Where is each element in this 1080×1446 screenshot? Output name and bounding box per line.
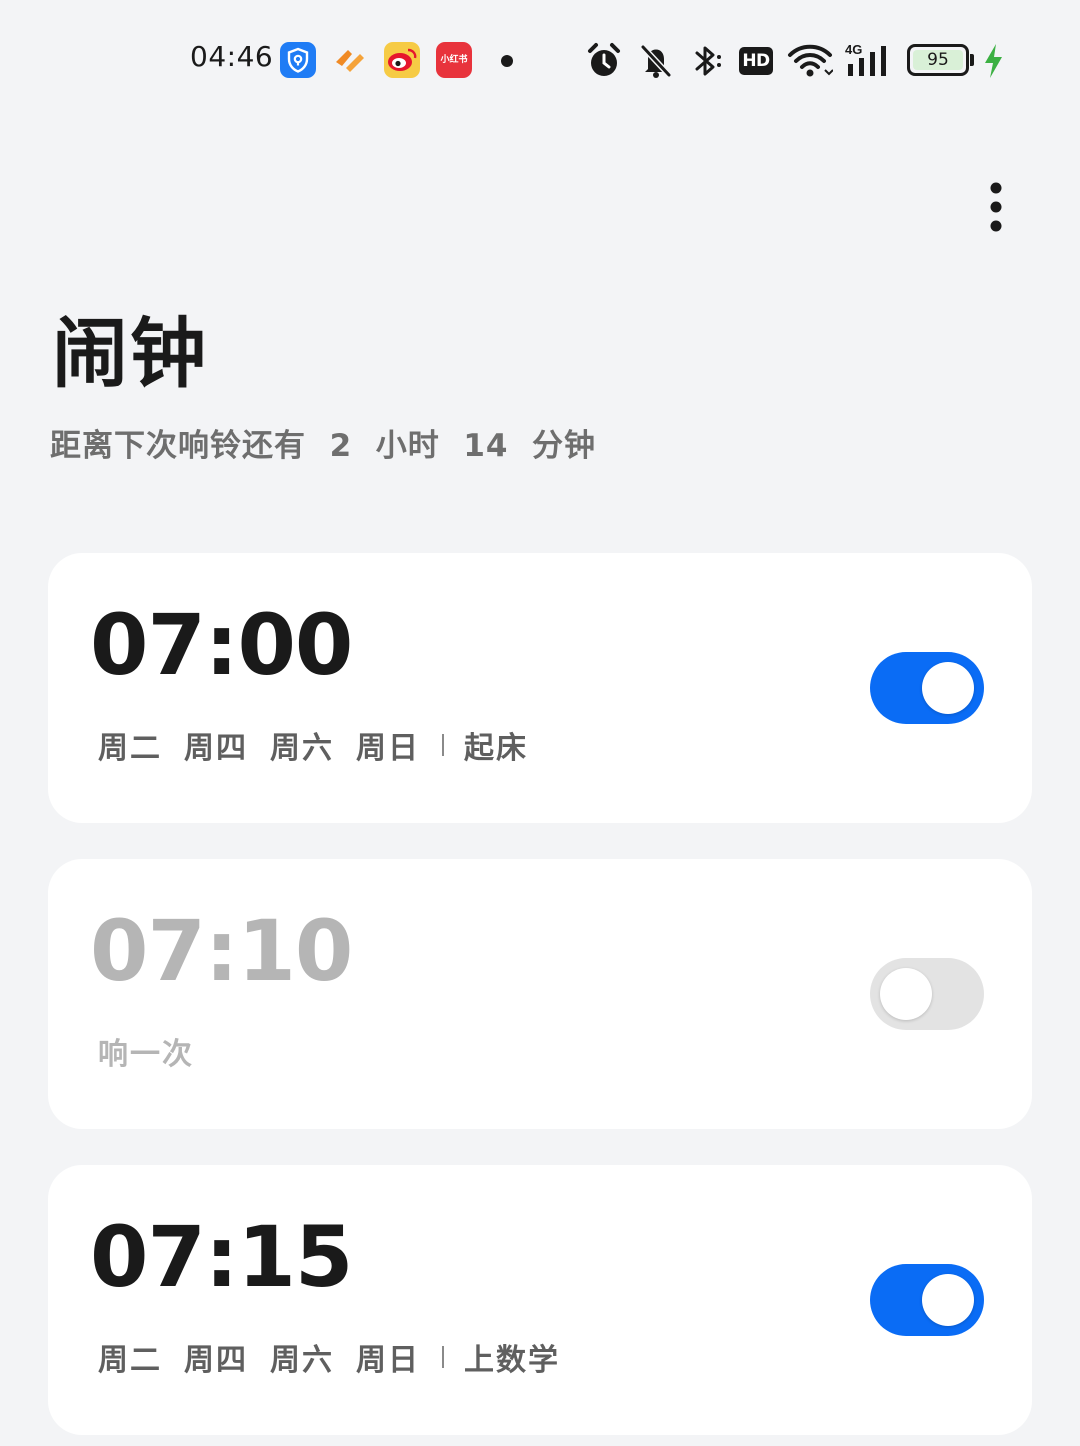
alarm-repeat-info: 响一次 (98, 1029, 194, 1073)
xiaohongshu-icon: 小红书 (436, 42, 472, 78)
charging-icon (981, 42, 1005, 80)
more-vertical-icon (990, 182, 1002, 232)
toggle-knob (922, 1274, 974, 1326)
alarm-repeat-info: 周二 周四 周六 周日 上数学 (98, 1335, 560, 1379)
toggle-knob (922, 662, 974, 714)
alarm-toggle[interactable] (870, 652, 984, 724)
alarm-time: 07:10 (90, 902, 353, 1000)
alarm-label: 起床 (464, 731, 528, 766)
wifi-icon (786, 42, 834, 80)
more-options-button[interactable] (970, 176, 1022, 238)
alarm-time: 07:15 (90, 1208, 353, 1306)
alarm-toggle[interactable] (870, 958, 984, 1030)
bell-muted-icon (638, 42, 674, 80)
alarm-day: 周六 (270, 1343, 334, 1378)
alarm-label: 上数学 (464, 1343, 560, 1378)
alarm-repeat: 响一次 (98, 1037, 194, 1072)
security-shield-icon (280, 42, 316, 78)
bluetooth-icon (690, 42, 726, 80)
alarm-day: 周四 (184, 731, 248, 766)
next-alarm-countdown: 距离下次响铃还有 2 小时 14 分钟 (50, 428, 597, 464)
alarm-day: 周二 (98, 731, 162, 766)
alarm-day: 周日 (356, 731, 420, 766)
alarm-day: 周二 (98, 1343, 162, 1378)
alarm-card[interactable]: 07:10 响一次 (48, 859, 1032, 1129)
page-title: 闹钟 (52, 309, 208, 398)
toggle-knob (880, 968, 932, 1020)
alarm-day: 周六 (270, 731, 334, 766)
alarm-time: 07:00 (90, 596, 353, 694)
status-time: 04:46 (190, 40, 274, 73)
signal-4g-icon: 4G (845, 42, 895, 80)
alarm-day: 周四 (184, 1343, 248, 1378)
meta-divider (442, 734, 444, 756)
alarm-repeat-info: 周二 周四 周六 周日 起床 (98, 723, 528, 767)
weibo-icon (384, 42, 420, 78)
meta-divider (442, 1346, 444, 1368)
alarm-toggle[interactable] (870, 1264, 984, 1336)
battery-icon: 95 (907, 44, 969, 76)
battery-cap (970, 54, 974, 66)
network-label: 4G (845, 42, 862, 57)
health-app-icon (332, 42, 368, 78)
alarm-card[interactable]: 07:00 周二 周四 周六 周日 起床 (48, 553, 1032, 823)
hd-icon: HD (739, 47, 773, 75)
notification-dot (501, 55, 513, 67)
alarm-card[interactable]: 07:15 周二 周四 周六 周日 上数学 (48, 1165, 1032, 1435)
status-bar: 04:46 小红书 HD 4G 95 (0, 0, 1080, 120)
alarm-icon (585, 42, 623, 80)
battery-level: 95 (913, 50, 963, 70)
alarm-day: 周日 (356, 1343, 420, 1378)
xiaohongshu-label: 小红书 (440, 54, 468, 65)
